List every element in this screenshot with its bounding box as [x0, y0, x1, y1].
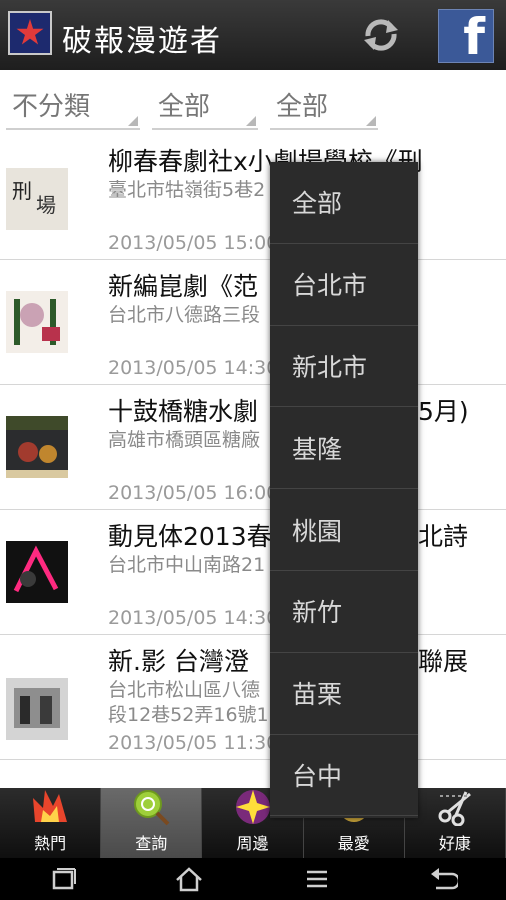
event-date: 2013/05/05 16:00	[108, 482, 279, 504]
action-bar: 破報漫遊者 f	[0, 0, 506, 70]
svg-text:場: 場	[36, 193, 56, 217]
refresh-icon[interactable]	[360, 14, 402, 56]
dropdown-item[interactable]: 彰化	[270, 816, 418, 818]
region-spinner[interactable]: 全部	[152, 86, 258, 130]
dropdown-item[interactable]: 桃園	[270, 489, 418, 571]
event-thumbnail	[6, 416, 68, 478]
city-dropdown-menu: 全部 台北市 新北市 基隆 桃園 新竹 苗栗 台中 彰化	[270, 162, 418, 818]
tab-label: 最愛	[337, 834, 370, 853]
title-tail: 聯展	[418, 647, 469, 676]
list-item[interactable]: 刑場 柳春春劇社x小劇場學校《刑 臺北市牯嶺街5巷2 2013/05/05 15…	[0, 136, 506, 260]
starburst-icon	[235, 790, 270, 824]
dropdown-item[interactable]: 新北市	[270, 326, 418, 408]
event-date: 2013/05/05 11:30	[108, 732, 279, 754]
title-tail: 北詩	[418, 522, 469, 551]
tab-label: 熱門	[34, 834, 67, 853]
tab-label: 好康	[438, 834, 471, 853]
title-tail: 5月)	[418, 397, 469, 426]
home-icon[interactable]	[174, 864, 204, 894]
search-lollipop-icon	[134, 790, 170, 826]
event-date: 2013/05/05 14:30	[108, 357, 279, 379]
bottom-tab-bar: 熱門 查詢 周邊 最愛 好康	[0, 788, 506, 858]
tab-label: 周邊	[236, 834, 269, 853]
facebook-button[interactable]: f	[438, 9, 494, 63]
tab-hot[interactable]: 熱門	[0, 788, 102, 858]
filter-bar: 不分類 全部 全部	[0, 70, 506, 136]
app-title: 破報漫遊者	[62, 24, 222, 59]
screen: 破報漫遊者 f 不分類 全部 全部 刑場 柳春春劇社x小劇場學校《刑 臺北市牯嶺…	[0, 0, 506, 900]
facebook-icon: f	[463, 8, 485, 66]
category-spinner[interactable]: 不分類	[6, 86, 140, 130]
event-date: 2013/05/05 15:00	[108, 232, 279, 254]
fire-icon	[33, 790, 68, 822]
city-spinner[interactable]: 全部	[270, 86, 378, 130]
app-logo-icon	[8, 11, 52, 55]
menu-icon[interactable]	[302, 864, 332, 894]
tab-deals[interactable]: 好康	[405, 788, 506, 858]
event-thumbnail	[6, 541, 68, 603]
list-item[interactable]: 新編崑劇《范 台北市八德路三段 2013/05/05 14:30	[0, 261, 506, 385]
dropdown-item[interactable]: 新竹	[270, 571, 418, 653]
event-list: 刑場 柳春春劇社x小劇場學校《刑 臺北市牯嶺街5巷2 2013/05/05 15…	[0, 136, 506, 788]
dropdown-item[interactable]: 全部	[270, 162, 418, 244]
recent-apps-icon[interactable]	[48, 864, 78, 894]
event-thumbnail	[6, 678, 68, 740]
dropdown-item[interactable]: 台中	[270, 735, 418, 817]
back-icon[interactable]	[428, 864, 458, 894]
dropdown-item[interactable]: 苗栗	[270, 653, 418, 735]
dropdown-item[interactable]: 台北市	[270, 244, 418, 326]
svg-text:刑: 刑	[12, 179, 32, 203]
scissors-icon	[438, 791, 471, 826]
event-thumbnail: 刑場	[6, 168, 68, 230]
event-date: 2013/05/05 14:30	[108, 607, 279, 629]
tab-label: 查詢	[135, 834, 168, 853]
tab-search[interactable]: 查詢	[101, 788, 203, 858]
system-nav-bar	[0, 858, 506, 900]
dropdown-item[interactable]: 基隆	[270, 407, 418, 490]
event-thumbnail	[6, 291, 68, 353]
